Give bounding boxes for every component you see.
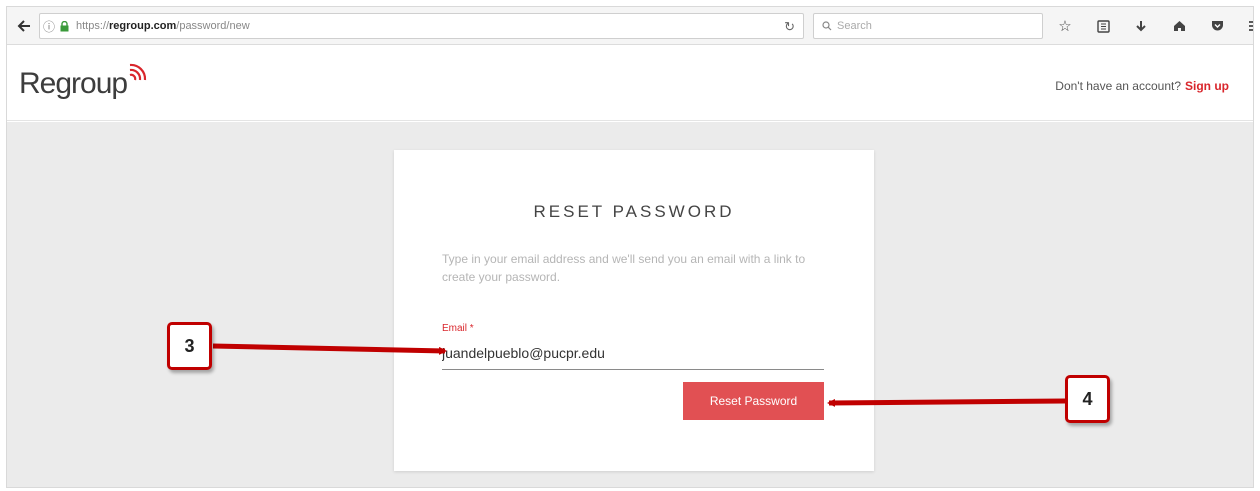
signup-link[interactable]: Sign up <box>1185 79 1229 93</box>
url-bar[interactable]: ⓘ https://regroup.com/password/new ↻ <box>39 13 804 39</box>
step-callout-3: 3 <box>167 322 212 370</box>
home-icon[interactable] <box>1169 15 1189 37</box>
reset-password-button[interactable]: Reset Password <box>683 382 824 420</box>
info-icon[interactable]: ⓘ <box>40 18 58 35</box>
search-icon <box>822 21 832 31</box>
lock-icon <box>58 20 70 32</box>
pocket-icon[interactable] <box>1207 15 1227 37</box>
search-placeholder: Search <box>837 20 872 32</box>
download-icon[interactable] <box>1131 15 1151 37</box>
form-description: Type in your email address and we'll sen… <box>442 252 806 284</box>
step-number: 3 <box>184 335 195 356</box>
reset-password-card: RESET PASSWORD Type in your email addres… <box>394 150 874 471</box>
step-number: 4 <box>1082 388 1093 409</box>
browser-search-bar[interactable]: Search <box>813 13 1043 39</box>
back-arrow-icon <box>17 20 30 32</box>
reading-list-icon[interactable] <box>1093 15 1113 37</box>
url-prefix: https:// <box>76 20 110 32</box>
step-callout-4: 4 <box>1065 375 1110 423</box>
account-prompt: Don't have an account? Sign up <box>1055 79 1229 93</box>
menu-icon[interactable] <box>1245 15 1253 37</box>
url-text: https://regroup.com/password/new <box>76 20 250 32</box>
toolbar-icons: ☆ <box>1055 15 1253 37</box>
url-domain: regroup.com <box>109 20 177 32</box>
signal-waves-icon <box>129 63 147 81</box>
browser-toolbar: ⓘ https://regroup.com/password/new ↻ Sea… <box>7 7 1253 45</box>
back-button[interactable] <box>13 15 35 37</box>
url-path: /password/new <box>176 20 250 32</box>
bookmark-star-icon[interactable]: ☆ <box>1055 15 1075 37</box>
regroup-logo[interactable]: Regroup <box>19 67 128 101</box>
email-label: Email * <box>442 323 474 334</box>
account-prompt-text: Don't have an account? <box>1055 79 1181 93</box>
browser-window: ⓘ https://regroup.com/password/new ↻ Sea… <box>6 6 1254 488</box>
logo-text: Regroup <box>19 67 128 100</box>
reload-icon[interactable]: ↻ <box>784 19 795 35</box>
site-header: Regroup Don't have an account? Sign up <box>7 45 1253 121</box>
page-title: RESET PASSWORD <box>533 202 735 221</box>
email-field[interactable] <box>442 336 824 370</box>
main-area: RESET PASSWORD Type in your email addres… <box>7 122 1253 487</box>
